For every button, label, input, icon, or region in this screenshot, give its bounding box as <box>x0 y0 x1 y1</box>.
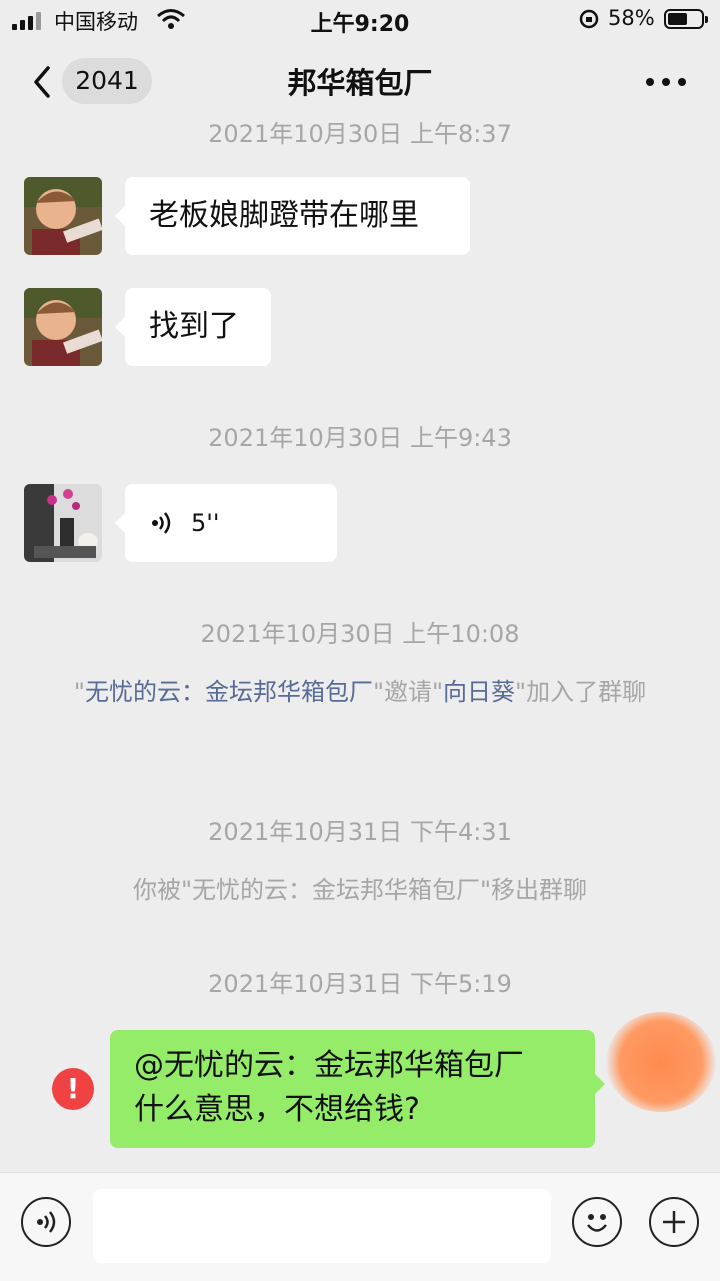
message-bubble[interactable]: 找到了 <box>115 288 271 366</box>
inviter-link[interactable]: 无忧的云：金坛邦华箱包厂 <box>85 678 373 706</box>
flower-avatar-image <box>24 484 102 562</box>
system-notice-invite: "无忧的云：金坛邦华箱包厂"邀请"向日葵"加入了群聊 <box>73 678 647 706</box>
chat-header: 2041 邦华箱包厂 <box>0 40 720 122</box>
voice-message-bubble[interactable]: 5'' <box>115 484 337 562</box>
self-avatar-blurred[interactable] <box>606 1012 716 1112</box>
timestamp: 2021年10月30日 上午8:37 <box>208 122 512 148</box>
emoji-button[interactable] <box>572 1197 622 1247</box>
battery-percent: 58% <box>608 6 655 30</box>
system-notice-removed: 你被"无忧的云：金坛邦华箱包厂"移出群聊 <box>132 876 588 904</box>
avatar[interactable] <box>24 177 102 255</box>
send-failed-icon[interactable]: ! <box>52 1068 94 1110</box>
rotation-lock-icon <box>579 9 599 29</box>
more-options-icon[interactable] <box>646 78 686 86</box>
avatar[interactable] <box>24 484 102 562</box>
chat-title: 邦华箱包厂 <box>287 66 433 100</box>
message-bubble[interactable]: 老板娘脚蹬带在哪里 <box>115 177 470 255</box>
more-actions-button[interactable] <box>649 1197 699 1247</box>
status-bar: 中国移动 上午9:20 58% <box>0 0 720 40</box>
invitee-link[interactable]: 向日葵 <box>443 678 515 706</box>
timestamp: 2021年10月31日 下午5:19 <box>208 970 512 998</box>
battery-icon <box>664 9 708 29</box>
sent-message-line: 什么意思，不想给钱? <box>134 1092 420 1127</box>
child-avatar-image <box>24 177 102 255</box>
voice-icon <box>37 1211 56 1233</box>
voice-duration: 5'' <box>191 509 220 537</box>
avatar[interactable] <box>24 288 102 366</box>
message-list[interactable]: 2021年10月30日 上午8:37 老板娘脚蹬带在哪里 找到了 2021年10… <box>0 122 720 1172</box>
plus-icon <box>663 1211 685 1233</box>
timestamp: 2021年10月31日 下午4:31 <box>208 818 512 846</box>
voice-input-button[interactable] <box>21 1197 71 1247</box>
message-input[interactable] <box>93 1189 551 1263</box>
sent-message-line: @无忧的云：金坛邦华箱包厂 <box>134 1048 524 1083</box>
child-avatar-image <box>24 288 102 366</box>
sent-message-bubble[interactable]: @无忧的云：金坛邦华箱包厂 什么意思，不想给钱? <box>110 1030 605 1148</box>
timestamp: 2021年10月30日 上午9:43 <box>208 424 512 452</box>
input-bar <box>0 1172 720 1281</box>
timestamp: 2021年10月30日 上午10:08 <box>200 620 520 648</box>
voice-wave-icon <box>152 512 171 534</box>
smiley-icon <box>587 1214 607 1232</box>
